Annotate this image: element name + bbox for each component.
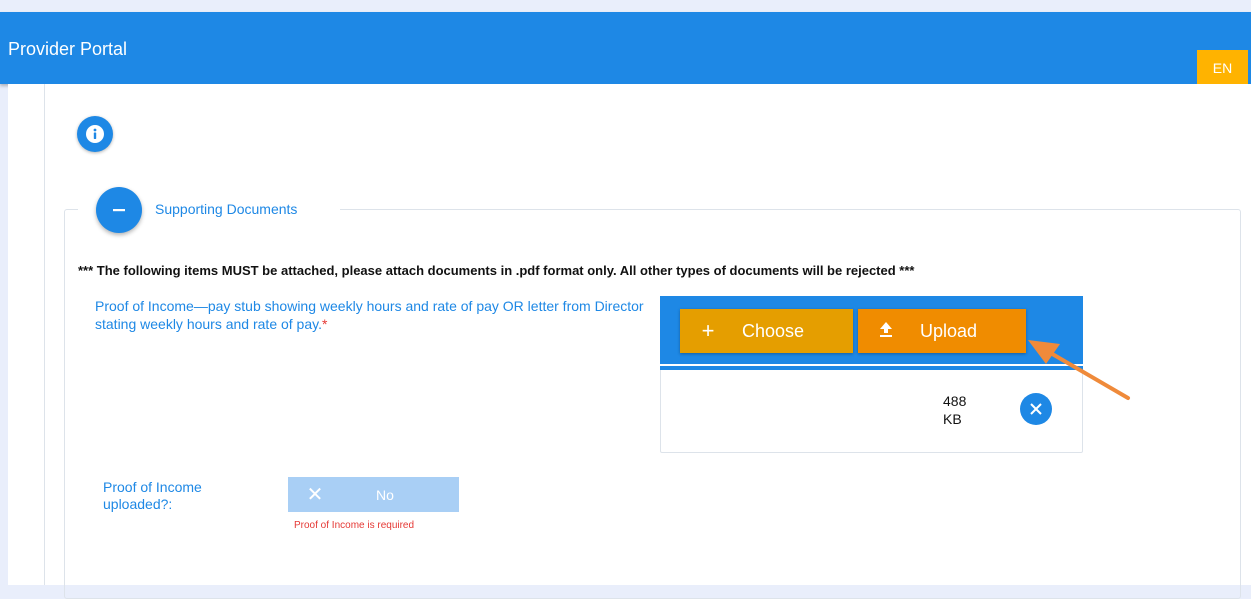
proof-uploaded-question: Proof of Income uploaded?: <box>103 479 202 512</box>
proof-of-income-label: Proof of Income—pay stub showing weekly … <box>95 297 655 333</box>
file-size: 488 KB <box>943 392 983 428</box>
language-button[interactable]: EN <box>1197 50 1248 86</box>
app-title: Provider Portal <box>8 39 128 59</box>
info-button[interactable] <box>77 116 113 152</box>
minus-icon <box>113 209 125 212</box>
collapse-section-button[interactable] <box>96 187 142 233</box>
top-strip <box>0 0 1251 12</box>
app-header: Provider Portal EN <box>0 12 1251 86</box>
upload-button-label: Upload <box>920 320 978 341</box>
section-title: Supporting Documents <box>155 201 298 217</box>
content-divider <box>44 84 45 585</box>
upload-icon <box>866 318 906 344</box>
plus-icon: + <box>701 318 715 343</box>
x-icon: ✕ <box>306 484 324 506</box>
annotation-arrow <box>1028 340 1130 400</box>
choose-button-label: Choose <box>742 320 805 341</box>
choose-button[interactable]: + Choose <box>680 309 853 353</box>
file-size-unit: KB <box>943 411 962 427</box>
required-marker: * <box>321 316 328 332</box>
proof-uploaded-value: No <box>376 486 394 503</box>
proof-of-income-label-text: Proof of Income—pay stub showing weekly … <box>95 298 644 332</box>
file-size-value: 488 <box>943 393 967 409</box>
info-icon <box>86 125 104 143</box>
proof-required-error: Proof of Income is required <box>294 520 415 531</box>
upload-button[interactable]: Upload <box>858 309 1026 353</box>
proof-uploaded-toggle[interactable]: ✕ No <box>288 477 459 512</box>
attachment-notice: *** The following items MUST be attached… <box>78 263 915 278</box>
